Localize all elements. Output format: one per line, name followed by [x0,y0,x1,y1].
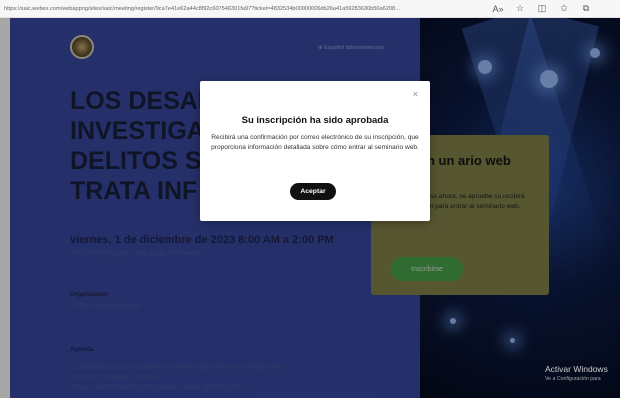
activation-title: Activar Windows [545,364,608,374]
browser-address-bar: https://saic.webex.com/webappng/sites/sa… [0,0,620,18]
split-screen-icon[interactable]: ◫ [536,3,548,15]
favorites-icon[interactable]: ✩ [558,3,570,15]
collections-icon[interactable]: ⧉ [580,3,592,15]
read-aloud-icon[interactable]: A» [492,3,504,15]
activation-subtitle: Ve a Configuración para [545,376,601,382]
accept-button[interactable]: Aceptar [290,183,336,200]
dialog-message: Recibirá una confirmación por correo ele… [211,134,419,151]
approval-dialog: × Su inscripción ha sido aprobada Recibi… [200,81,430,221]
favorite-star-icon[interactable]: ☆ [514,3,526,15]
windows-activation-watermark: Activar Windows Ve a Configuración para [545,364,608,382]
page: ⊕ Español latinoamericano LOS DESAF INVE… [0,18,620,398]
close-icon[interactable]: × [413,89,418,99]
url-field[interactable]: https://saic.webex.com/webappng/sites/sa… [0,6,482,12]
dialog-title: Su inscripción ha sido aprobada [241,115,389,126]
